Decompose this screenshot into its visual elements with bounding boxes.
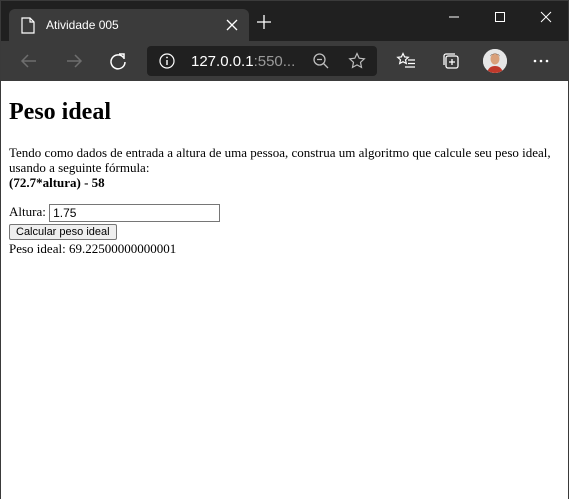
altura-input[interactable] (49, 204, 221, 223)
minimize-button[interactable] (431, 1, 477, 33)
tab-strip: Atividade 005 (1, 1, 568, 41)
collections-icon[interactable] (441, 51, 461, 71)
description-text: Tendo como dados de entrada a altura de … (9, 145, 551, 175)
forward-icon[interactable] (64, 51, 84, 71)
info-icon[interactable] (159, 53, 175, 69)
maximize-button[interactable] (477, 1, 523, 33)
plus-icon[interactable] (257, 15, 271, 29)
address-bar[interactable]: 127.0.0.1:550... (147, 46, 377, 76)
formula-text: (72.7*altura) - 58 (9, 175, 105, 190)
tab-atividade[interactable]: Atividade 005 (9, 9, 249, 41)
star-icon[interactable] (348, 52, 366, 70)
favorites-icon[interactable] (396, 51, 416, 71)
zoom-out-icon[interactable] (312, 52, 330, 70)
calcular-button[interactable]: Calcular peso ideal (9, 224, 117, 241)
button-row: Calcular peso ideal (9, 222, 560, 241)
page-icon (21, 17, 35, 34)
result-row: Peso ideal: 69.22500000000001 (9, 240, 560, 258)
back-icon[interactable] (19, 51, 39, 71)
avatar-icon (483, 49, 507, 73)
page-description: Tendo como dados de entrada a altura de … (9, 145, 560, 190)
altura-label: Altura: (9, 204, 46, 219)
url-text: 127.0.0.1:550... (191, 53, 295, 70)
result-label: Peso ideal: (9, 241, 66, 257)
refresh-icon[interactable] (108, 51, 128, 71)
url-rest: :550... (253, 53, 296, 70)
window-close-button[interactable] (523, 1, 569, 33)
result-value: 69.22500000000001 (68, 241, 177, 257)
close-icon[interactable] (225, 18, 239, 32)
url-host: 127.0.0.1 (191, 53, 254, 70)
maximize-icon (495, 12, 505, 22)
altura-row: Altura: (9, 203, 560, 223)
browser-toolbar: 127.0.0.1:550... (1, 41, 568, 81)
window-close-icon (540, 11, 552, 23)
profile-avatar[interactable] (483, 49, 507, 73)
minimize-icon (449, 16, 459, 18)
tab-title: Atividade 005 (46, 18, 119, 32)
browser-window: Atividade 005 127.0.0.1:550... Peso idea… (0, 0, 569, 499)
more-icon[interactable] (531, 51, 551, 71)
page-title: Peso ideal (9, 99, 111, 125)
page-content: Peso ideal Tendo como dados de entrada a… (1, 81, 568, 499)
